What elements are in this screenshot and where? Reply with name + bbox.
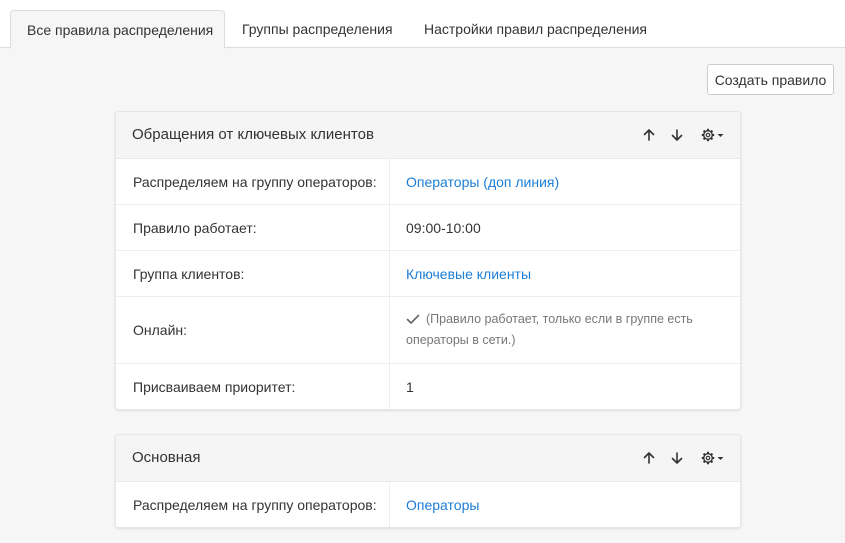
row-value: Ключевые клиенты xyxy=(390,251,740,296)
row-value: Операторы (доп линия) xyxy=(390,159,740,204)
rule-title: Основная xyxy=(132,449,201,466)
row-label: Правило работает: xyxy=(116,205,390,250)
online-status: (Правило работает, только если в группе … xyxy=(406,309,720,351)
row-value: Операторы xyxy=(390,482,740,527)
tab-rule-settings[interactable]: Настройки правил распределения xyxy=(408,10,663,48)
client-group-link[interactable]: Ключевые клиенты xyxy=(406,266,531,282)
row-operator-group: Распределяем на группу операторов: Опера… xyxy=(116,482,740,527)
rule-card-key-clients: Обращения от ключевых клиентов Распредел… xyxy=(115,111,741,410)
tab-all-rules[interactable]: Все правила распределения xyxy=(10,10,225,49)
row-value: (Правило работает, только если в группе … xyxy=(390,297,740,363)
row-label: Присваиваем приоритет: xyxy=(116,364,390,409)
rule-card-header: Обращения от ключевых клиентов xyxy=(116,112,740,159)
arrow-up-icon xyxy=(643,129,655,141)
row-label: Группа клиентов: xyxy=(116,251,390,296)
gear-icon xyxy=(701,128,714,142)
operator-group-link[interactable]: Операторы xyxy=(406,497,479,513)
tab-distribution-groups[interactable]: Группы распределения xyxy=(226,10,409,48)
arrow-down-icon xyxy=(671,452,683,464)
rule-card-main: Основная Распределяем на группу оператор… xyxy=(115,434,741,528)
priority-value: 1 xyxy=(406,379,414,395)
check-icon xyxy=(406,314,420,324)
caret-down-icon xyxy=(717,133,723,137)
tab-bar: Все правила распределения Группы распред… xyxy=(0,0,845,49)
arrow-up-icon xyxy=(643,452,655,464)
row-label: Распределяем на группу операторов: xyxy=(116,159,390,204)
tab-all-rules-label: Все правила распределения xyxy=(27,22,214,38)
row-label: Онлайн: xyxy=(116,297,390,363)
schedule-value: 09:00-10:00 xyxy=(406,219,481,236)
create-rule-button[interactable]: Создать правило xyxy=(707,64,834,95)
row-client-group: Группа клиентов: Ключевые клиенты xyxy=(116,251,740,297)
settings-dropdown-button[interactable] xyxy=(698,447,726,469)
operator-group-link[interactable]: Операторы (доп линия) xyxy=(406,174,559,190)
tab-distribution-groups-label: Группы распределения xyxy=(242,21,393,37)
online-note: (Правило работает, только если в группе … xyxy=(406,312,693,347)
tab-rule-settings-label: Настройки правил распределения xyxy=(424,21,648,37)
row-priority: Присваиваем приоритет: 1 xyxy=(116,364,740,409)
rule-title: Обращения от ключевых клиентов xyxy=(132,126,374,143)
row-online: Онлайн: (Правило работает, только если в… xyxy=(116,297,740,364)
caret-down-icon xyxy=(717,456,723,460)
arrow-down-icon xyxy=(671,129,683,141)
move-down-button[interactable] xyxy=(666,124,688,146)
row-label: Распределяем на группу операторов: xyxy=(116,482,390,527)
move-up-button[interactable] xyxy=(638,447,660,469)
row-operator-group: Распределяем на группу операторов: Опера… xyxy=(116,159,740,205)
gear-icon xyxy=(701,451,714,465)
move-down-button[interactable] xyxy=(666,447,688,469)
move-up-button[interactable] xyxy=(638,124,660,146)
row-schedule: Правило работает: 09:00-10:00 xyxy=(116,205,740,251)
settings-dropdown-button[interactable] xyxy=(698,124,726,146)
rule-card-header: Основная xyxy=(116,435,740,482)
